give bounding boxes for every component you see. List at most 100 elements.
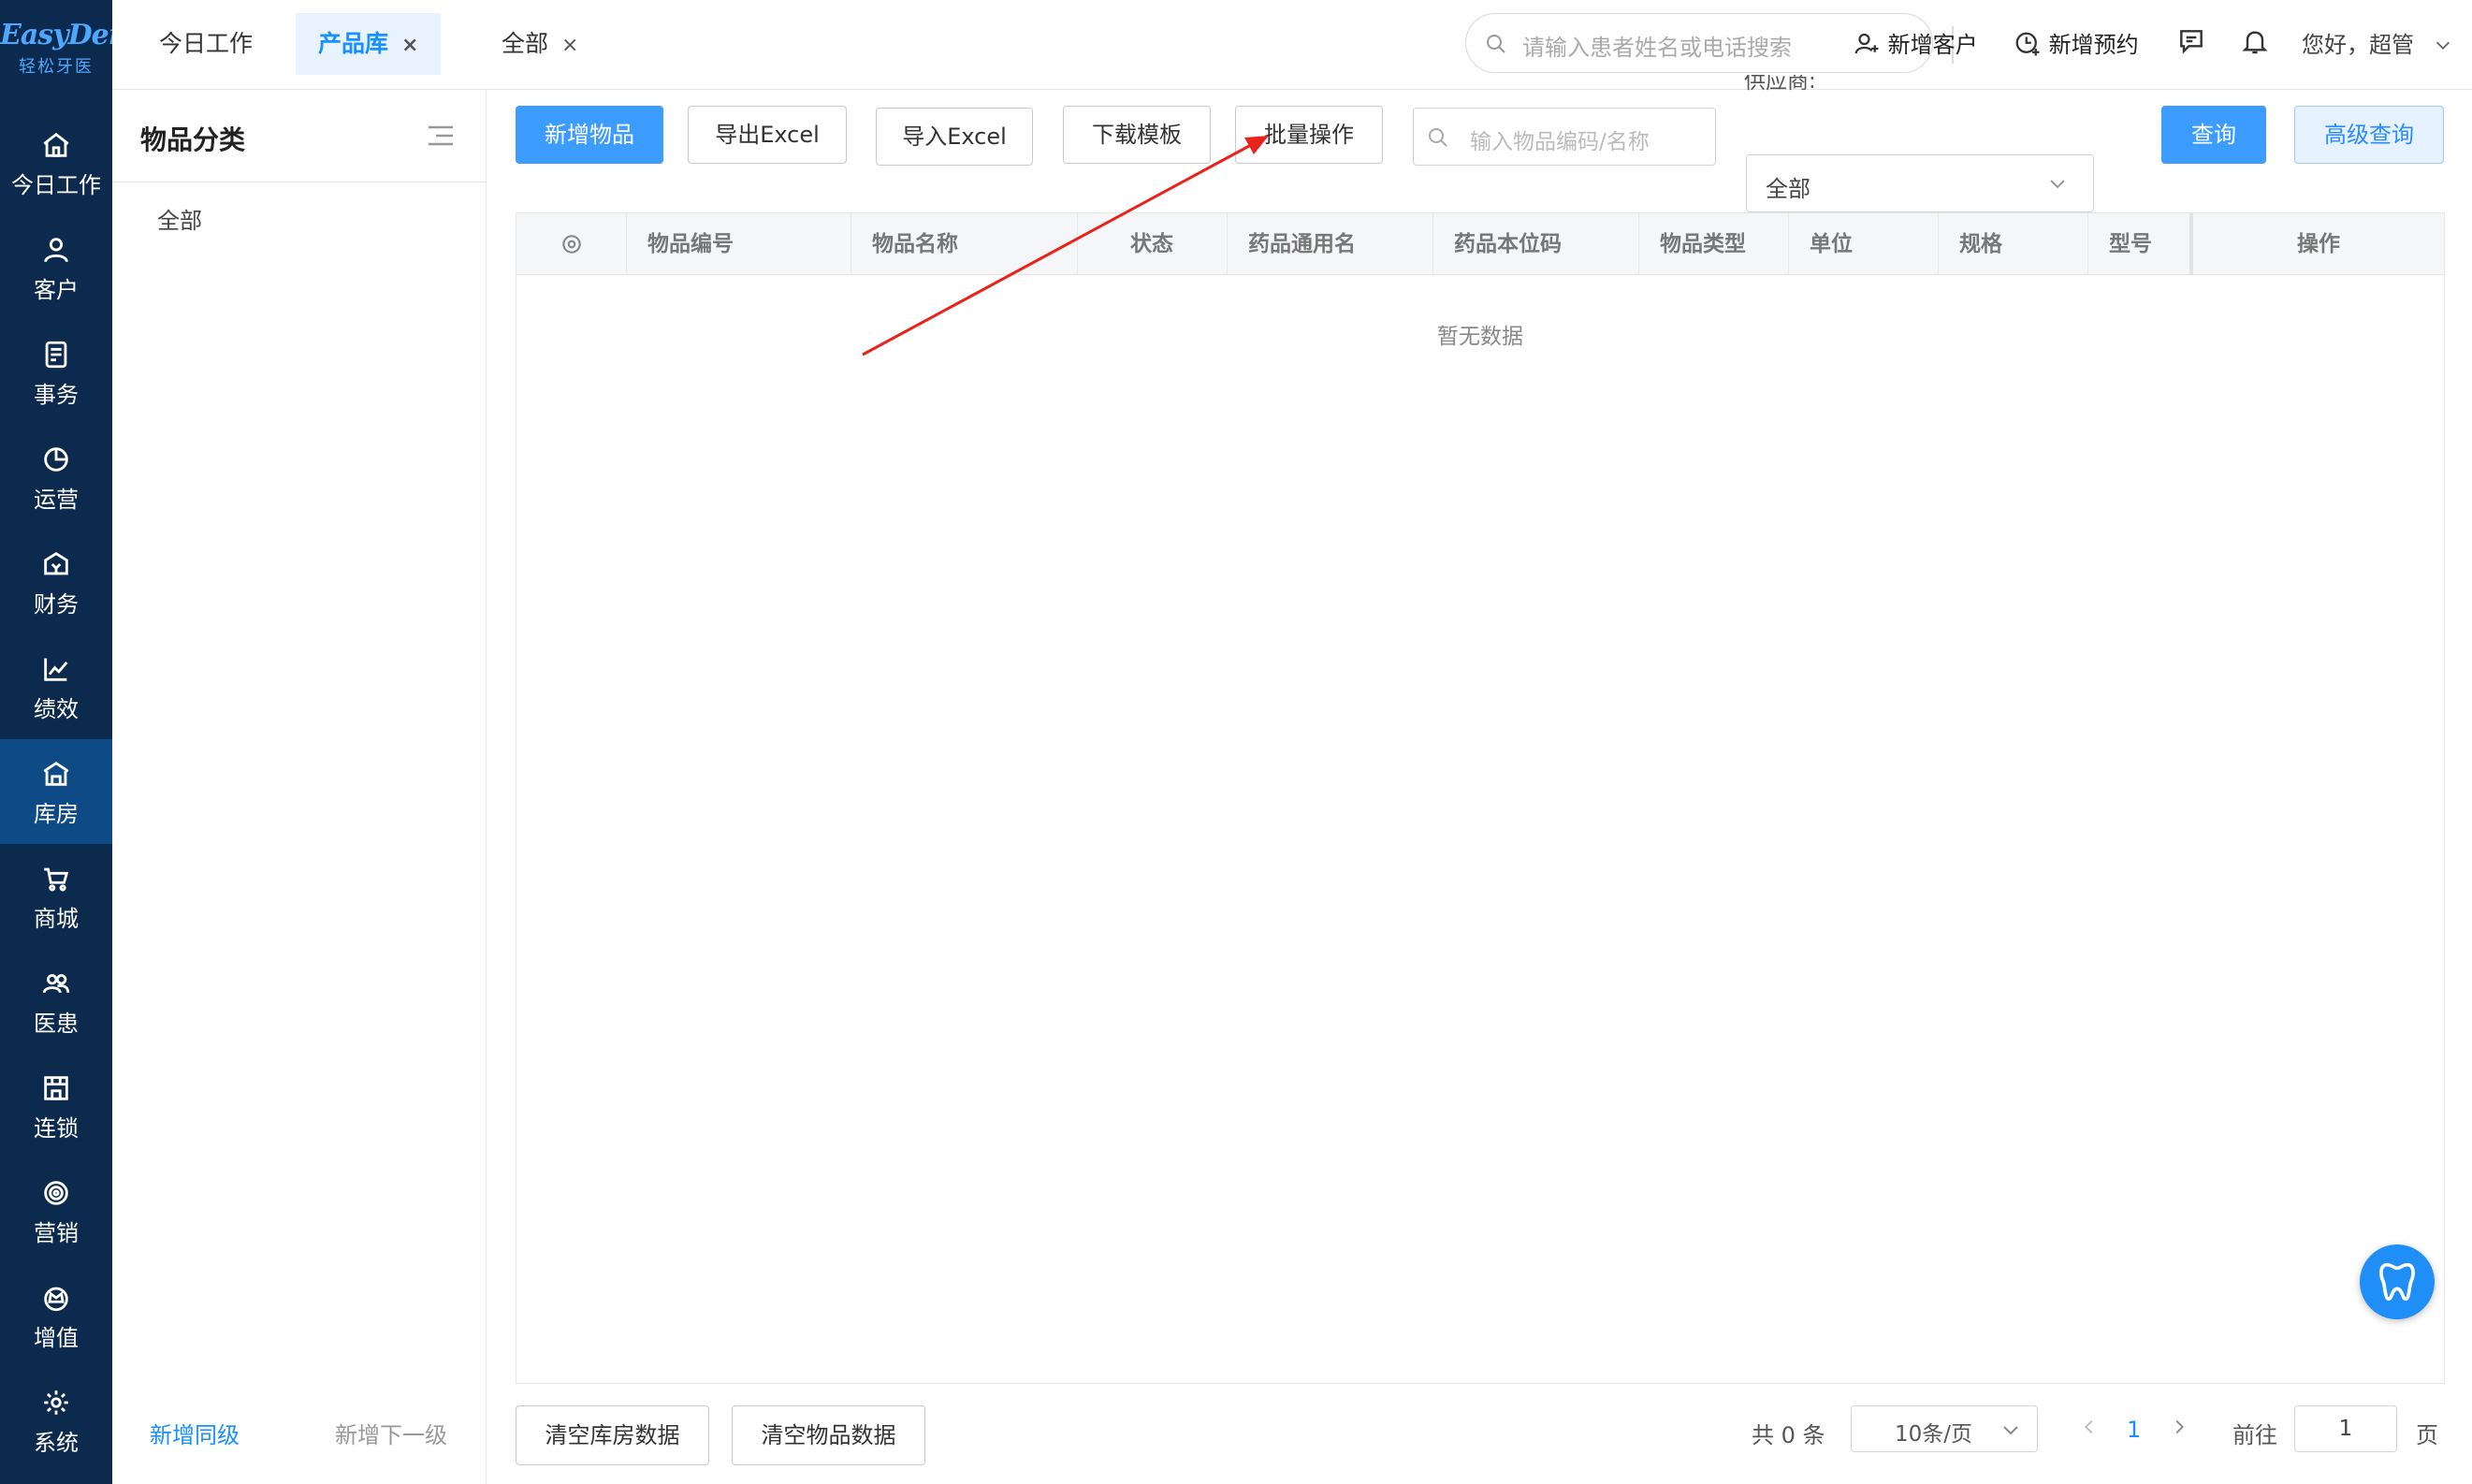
tab-today[interactable]: 今日工作: [137, 13, 275, 75]
tab-label: 产品库: [318, 30, 389, 57]
bell-icon: [2242, 31, 2268, 54]
logo-subtext: 轻松牙医: [19, 57, 94, 77]
rail-label: 商城: [34, 906, 79, 932]
store-icon: [44, 1076, 68, 1100]
add-clock-icon: [2015, 32, 2040, 56]
column-spec: 规格: [1939, 213, 2088, 275]
category-item-all[interactable]: 全部: [157, 195, 202, 242]
new-customer-label: 新增客户: [1887, 32, 1978, 58]
search-icon: [1487, 35, 1505, 53]
add-sibling-button[interactable]: 新增同级: [150, 1417, 240, 1449]
user-menu[interactable]: 您好，超管: [2302, 26, 2453, 59]
cart-icon: [44, 867, 69, 892]
tooth-icon: [2379, 1262, 2415, 1302]
column-unit: 单位: [1789, 213, 1939, 275]
pie-chart-icon: [44, 447, 68, 472]
clear-warehouse-button[interactable]: 清空库房数据: [516, 1405, 709, 1465]
page-size-value: 10条/页: [1895, 1422, 1973, 1447]
advanced-query-button[interactable]: 高级查询: [2294, 106, 2444, 164]
tab-label: 今日工作: [159, 30, 254, 57]
category-title: 物品分类: [140, 124, 246, 155]
tab-label: 全部: [502, 30, 549, 57]
rail-item-customer[interactable]: 客户: [0, 215, 112, 320]
rail-item-warehouse[interactable]: 库房: [0, 739, 112, 844]
query-button[interactable]: 查询: [2161, 106, 2266, 164]
item-search-input[interactable]: 输入物品编码/名称: [1413, 108, 1716, 166]
rail-item-marketing[interactable]: 营销: [0, 1158, 112, 1263]
tab-all[interactable]: 全部 ×: [479, 13, 601, 75]
user-icon: [44, 238, 68, 263]
page-suffix: 页: [2416, 1422, 2438, 1448]
collapse-menu-icon[interactable]: [427, 124, 455, 148]
users-icon: [42, 974, 70, 994]
next-page-icon[interactable]: [2169, 1417, 2189, 1437]
column-model: 型号: [2088, 213, 2193, 275]
document-icon: [45, 341, 67, 369]
chevron-down-icon: [2003, 1426, 2018, 1435]
rail-label: 连锁: [34, 1115, 79, 1142]
rail-item-doctor-patient[interactable]: 医患: [0, 949, 112, 1054]
goto-label: 前往: [2232, 1422, 2277, 1448]
message-button[interactable]: [2176, 26, 2206, 62]
goto-page-input[interactable]: 1: [2294, 1405, 2397, 1452]
greeting-text: 您好，超管: [2302, 32, 2414, 58]
rail-label: 营销: [34, 1220, 79, 1246]
rail-item-value-added[interactable]: 增值: [0, 1263, 112, 1368]
supplier-value: 全部: [1766, 176, 1810, 202]
rail-item-mall[interactable]: 商城: [0, 844, 112, 949]
current-page[interactable]: 1: [2127, 1417, 2141, 1443]
rail-item-today[interactable]: 今日工作: [0, 110, 112, 215]
target-icon: [44, 1181, 68, 1205]
rail-label: 系统: [34, 1430, 79, 1456]
left-rail: EasyDent 轻松牙医 今日工作 客户 事务 运营 财务 绩效 库房 商城 …: [0, 0, 140, 1484]
close-icon[interactable]: ×: [401, 34, 418, 57]
rail-item-affairs[interactable]: 事务: [0, 320, 112, 425]
notification-button[interactable]: [2240, 26, 2270, 62]
rail-label: 绩效: [34, 696, 79, 722]
new-appointment-label: 新增预约: [2048, 32, 2139, 58]
total-count: 共 0 条: [1752, 1422, 1825, 1448]
supplier-select[interactable]: 全部: [1746, 154, 2094, 212]
rail-item-system[interactable]: 系统: [0, 1368, 112, 1473]
rail-label: 财务: [34, 591, 79, 618]
home-icon: [43, 132, 69, 157]
message-icon: [2180, 30, 2203, 54]
rail-item-performance[interactable]: 绩效: [0, 634, 112, 739]
rail-item-finance[interactable]: 财务: [0, 530, 112, 634]
tab-product-library[interactable]: 产品库 ×: [296, 13, 442, 75]
crown-icon: [44, 1287, 68, 1312]
new-appointment-button[interactable]: 新增预约: [2014, 26, 2139, 59]
add-child-button[interactable]: 新增下一级: [335, 1417, 447, 1449]
column-standard-code: 药品本位码: [1433, 213, 1639, 275]
chevron-down-icon: [2436, 41, 2450, 50]
supplier-label: 供应商:: [1744, 75, 1816, 94]
prev-page-icon[interactable]: [2079, 1417, 2100, 1437]
settings-icon: [561, 235, 581, 254]
clear-items-button[interactable]: 清空物品数据: [732, 1405, 925, 1465]
rail-item-chain[interactable]: 连锁: [0, 1054, 112, 1158]
close-icon[interactable]: ×: [561, 34, 578, 57]
warehouse-icon: [43, 761, 69, 786]
column-item-code: 物品编号: [627, 213, 851, 275]
app-logo[interactable]: EasyDent 轻松牙医: [0, 0, 140, 90]
line-chart-icon: [44, 658, 68, 681]
rail-label: 运营: [34, 487, 79, 513]
column-settings[interactable]: [516, 213, 627, 275]
empty-state-text: 暂无数据: [1437, 325, 1523, 349]
search-placeholder: 请输入患者姓名或电话搜索: [1522, 35, 1792, 61]
rail-label: 今日工作: [11, 172, 101, 198]
top-bar: 今日工作 产品库 × 全部 × 请输入患者姓名或电话搜索 新增客户 新增预约 您好，…: [112, 0, 2472, 90]
category-panel: 物品分类 全部 新增同级 新增下一级: [112, 90, 487, 1484]
rail-item-operations[interactable]: 运营: [0, 425, 112, 530]
add-item-button[interactable]: 新增物品: [516, 106, 663, 164]
page-size-select[interactable]: 10条/页: [1851, 1405, 2038, 1452]
gear-icon: [44, 1390, 68, 1415]
add-user-icon: [1854, 33, 1879, 54]
rail-label: 客户: [34, 277, 79, 303]
export-excel-button[interactable]: 导出Excel: [688, 106, 847, 164]
rail-label: 事务: [34, 382, 79, 408]
new-customer-button[interactable]: 新增客户: [1853, 26, 1978, 59]
items-table: 物品编号 物品名称 状态 药品通用名 药品本位码 物品类型 单位 规格 型号 操…: [516, 212, 2445, 1384]
search-icon: [1429, 128, 1447, 147]
floating-assistant-button[interactable]: [2360, 1244, 2435, 1319]
